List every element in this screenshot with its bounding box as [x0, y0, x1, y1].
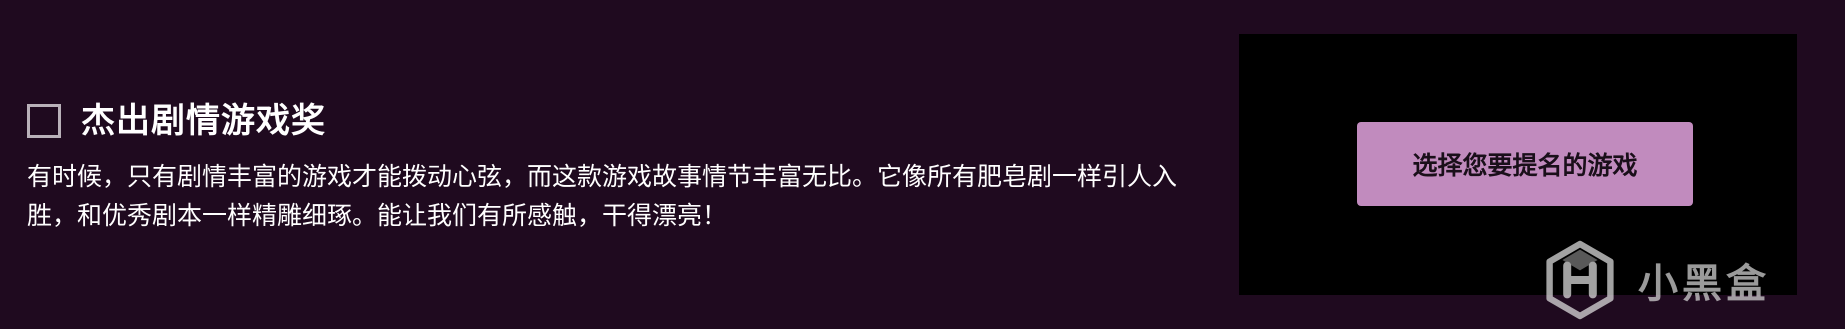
- choose-nominee-button[interactable]: 选择您要提名的游戏: [1357, 122, 1693, 206]
- watermark-text: 小黑盒: [1638, 261, 1770, 307]
- watermark: 小黑盒: [1540, 240, 1790, 320]
- award-title-row: 杰出剧情游戏奖: [27, 95, 1222, 147]
- award-banner: 杰出剧情游戏奖 有时候，只有剧情丰富的游戏才能拨动心弦，而这款游戏故事情节丰富无…: [0, 0, 1845, 329]
- award-info: 杰出剧情游戏奖 有时候，只有剧情丰富的游戏才能拨动心弦，而这款游戏故事情节丰富无…: [27, 95, 1222, 235]
- award-title: 杰出剧情游戏奖: [81, 101, 326, 141]
- heybox-logo-icon: [1546, 240, 1614, 320]
- award-checkbox[interactable]: [27, 104, 61, 138]
- award-description: 有时候，只有剧情丰富的游戏才能拨动心弦，而这款游戏故事情节丰富无比。它像所有肥皂…: [27, 162, 1178, 230]
